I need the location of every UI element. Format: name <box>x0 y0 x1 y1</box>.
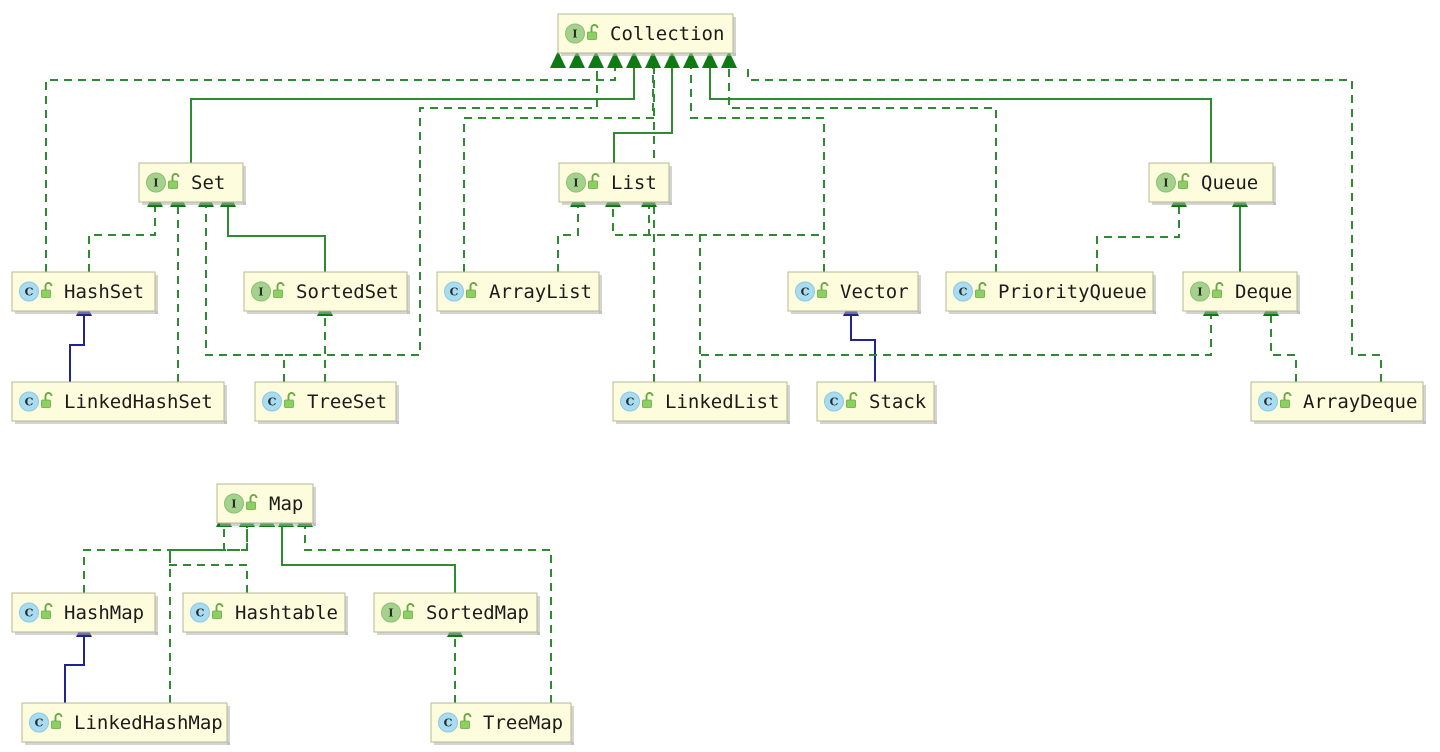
node-arraydeque[interactable]: C ArrayDeque <box>1250 381 1426 424</box>
node-treemap[interactable]: C TreeMap <box>430 702 574 745</box>
stereotype-letter: C <box>450 286 459 299</box>
node-label: LinkedList <box>665 391 779 413</box>
node-label: TreeMap <box>483 712 563 734</box>
edge-vector-to-list <box>648 207 825 272</box>
edge-sortedset-to-set <box>227 207 326 272</box>
stereotype-letter: C <box>25 607 34 620</box>
stereotype-letter: C <box>626 396 635 409</box>
edge-hashmap-to-map <box>83 527 225 593</box>
stereotype-letter: I <box>388 607 393 620</box>
node-label: LinkedHashMap <box>74 712 223 734</box>
stereotype-letter: C <box>1264 396 1273 409</box>
node-label: HashSet <box>64 281 144 303</box>
node-map[interactable]: I Map <box>216 483 316 526</box>
stereotype-letter: C <box>196 607 205 620</box>
node-queue[interactable]: I Queue <box>1148 162 1276 205</box>
stereotype-letter: I <box>153 177 158 190</box>
node-label: List <box>611 172 657 194</box>
stereotype-letter: C <box>25 396 34 409</box>
node-hashmap[interactable]: C HashMap <box>11 592 158 635</box>
arrowheads-layer <box>76 51 1279 637</box>
node-label: ArrayDeque <box>1303 391 1417 413</box>
stereotype-letter: C <box>959 286 968 299</box>
edge-hashset-to-set <box>88 207 156 272</box>
edge-linkedhashset-to-hashset <box>69 316 85 382</box>
stereotype-letter: C <box>444 717 453 730</box>
stereotype-letter: I <box>1163 177 1168 190</box>
stereotype-letter: C <box>35 717 44 730</box>
node-hashset[interactable]: C HashSet <box>11 271 158 314</box>
node-deque[interactable]: I Deque <box>1182 271 1300 314</box>
node-label: Collection <box>610 23 724 45</box>
node-sortedmap[interactable]: I SortedMap <box>373 592 540 635</box>
uml-diagram-svg: I Collection I Set I List I Queue C HashSet I Sorte… <box>11 13 1426 745</box>
edge-priorityqueue-to-queue <box>1096 207 1180 272</box>
node-stack[interactable]: C Stack <box>816 381 937 424</box>
edge-hashtable-to-map <box>169 527 248 593</box>
edge-linkedlist-to-list <box>612 207 701 382</box>
edge-arraydeque-to-deque <box>1270 316 1297 382</box>
edge-list-to-collection <box>613 68 673 163</box>
node-arraylist[interactable]: C ArrayList <box>436 271 602 314</box>
node-hashtable[interactable]: C Hashtable <box>182 592 348 635</box>
node-label: TreeSet <box>307 391 387 413</box>
node-label: Hashtable <box>235 602 338 624</box>
node-label: Map <box>269 493 303 515</box>
stereotype-letter: I <box>231 498 236 511</box>
edge-arraylist-to-list <box>557 207 579 272</box>
stereotype-letter: I <box>258 286 263 299</box>
node-label: Stack <box>869 391 927 413</box>
node-label: SortedMap <box>426 602 529 624</box>
node-label: Queue <box>1201 172 1258 194</box>
node-label: SortedSet <box>296 281 399 303</box>
stereotype-letter: I <box>573 177 578 190</box>
node-sortedset[interactable]: I SortedSet <box>243 271 410 314</box>
node-label: HashMap <box>64 602 144 624</box>
class-diagram-canvas: I Collection I Set I List I Queue C HashSet I Sorte… <box>0 0 1440 752</box>
stereotype-letter: I <box>572 28 577 41</box>
edge-set-to-collection <box>190 68 635 163</box>
edge-sortedmap-to-map <box>281 527 456 593</box>
edge-treeset-to-collection <box>283 68 598 382</box>
node-linkedlist[interactable]: C LinkedList <box>612 381 790 424</box>
node-label: Vector <box>840 281 909 303</box>
stereotype-letter: I <box>1197 286 1202 299</box>
node-label: LinkedHashSet <box>64 391 213 413</box>
node-label: Deque <box>1235 281 1292 303</box>
stereotype-letter: C <box>801 286 810 299</box>
edge-arraydeque-to-collection <box>747 68 1382 382</box>
edge-linkedhashmap-to-hashmap <box>64 637 85 703</box>
node-label: ArrayList <box>489 281 592 303</box>
node-treeset[interactable]: C TreeSet <box>254 381 399 424</box>
node-priorityqueue[interactable]: C PriorityQueue <box>945 271 1156 314</box>
node-list[interactable]: I List <box>558 162 672 205</box>
edge-linkedlist-to-deque <box>699 316 1212 382</box>
node-linkedhashmap[interactable]: C LinkedHashMap <box>21 702 230 745</box>
node-label: PriorityQueue <box>998 281 1147 303</box>
edge-queue-to-collection <box>709 68 1212 163</box>
node-linkedhashset[interactable]: C LinkedHashSet <box>11 381 227 424</box>
node-collection[interactable]: I Collection <box>557 13 736 56</box>
edge-stack-to-vector <box>850 316 876 382</box>
node-vector[interactable]: C Vector <box>787 271 921 314</box>
node-set[interactable]: I Set <box>138 162 246 205</box>
stereotype-letter: C <box>268 396 277 409</box>
nodes-layer: I Collection I Set I List I Queue C HashSet I Sorte… <box>11 13 1426 745</box>
stereotype-letter: C <box>25 286 34 299</box>
node-label: Set <box>191 172 225 194</box>
stereotype-letter: C <box>830 396 839 409</box>
